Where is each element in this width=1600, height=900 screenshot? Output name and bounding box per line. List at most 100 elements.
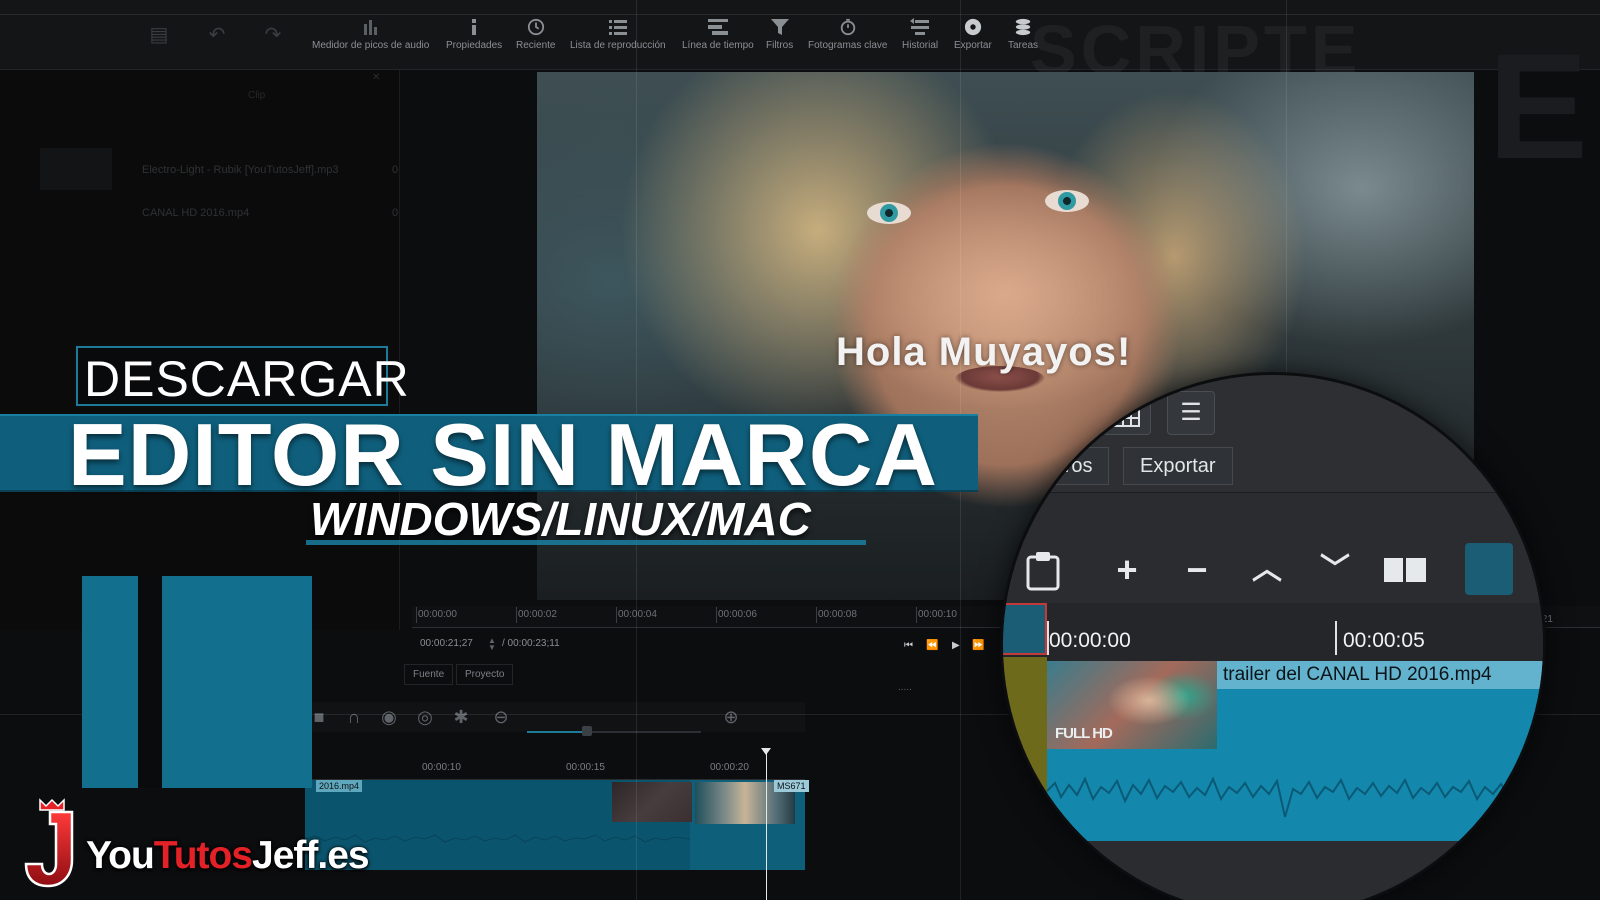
channel-name-part: Jeff.es <box>252 834 370 877</box>
preview-image-detail <box>1045 190 1089 212</box>
splitter-handle[interactable]: ..... <box>898 682 912 693</box>
zoom-slider-handle[interactable] <box>582 726 592 736</box>
timecode-spinner[interactable]: ▲ ▼ <box>488 637 496 652</box>
playhead[interactable] <box>766 748 767 900</box>
overwrite-icon[interactable]: ﹀ <box>1311 547 1359 593</box>
toolbar-filters-button[interactable]: Filtros <box>766 18 793 68</box>
list-icon <box>608 20 627 35</box>
platforms-text: WINDOWS/LINUX/MAC <box>310 493 811 545</box>
toolbar-properties-button[interactable]: Propiedades <box>446 18 502 68</box>
clip-label: MS671 <box>774 780 809 792</box>
zoomed-tab-filters[interactable]: Filtros <box>1021 447 1110 485</box>
ruler-tick: 00:00:04 <box>616 607 657 623</box>
split-icon[interactable] <box>1381 547 1429 593</box>
append-icon[interactable]: + <box>1103 547 1151 593</box>
ruler-tick: 00:00:02 <box>516 607 557 623</box>
zoomed-time-start: 00:00:00 <box>1049 629 1131 652</box>
zoomed-audio-waveform <box>1047 776 1543 818</box>
toolbar-audio-meter-button[interactable]: Medidor de picos de audio <box>312 18 429 68</box>
playlist-item-name[interactable]: CANAL HD 2016.mp4 <box>142 207 249 219</box>
playlist-item-count: 0 <box>392 164 399 176</box>
history-icon <box>910 18 930 35</box>
toolbar-keyframes-button[interactable]: Fotogramas clave <box>808 18 887 68</box>
playlist-header: Clip <box>248 90 266 101</box>
channel-name-part: Tutos <box>153 834 253 877</box>
preview-overlay-text: Hola Muyayos! <box>836 330 1132 374</box>
save-icon[interactable]: ▤ <box>148 24 170 46</box>
ruler-tick: 00:00:00 <box>416 607 457 623</box>
zoomed-track-header <box>1003 657 1047 807</box>
zoom-in-icon[interactable]: ⊕ <box>720 706 742 728</box>
app-logo-graphic <box>82 576 138 788</box>
zoomed-tab-export[interactable]: Exportar <box>1123 447 1233 485</box>
clip-thumbnail <box>612 782 692 822</box>
timeline-icon <box>707 19 728 35</box>
magnet-icon[interactable]: ∩ <box>343 706 365 728</box>
timeline-tick: 00:00:10 <box>422 762 461 773</box>
ruler-tick: 00:00:10 <box>916 607 957 623</box>
platforms-underline <box>306 540 866 545</box>
grid-icon <box>1114 401 1140 427</box>
ripple-icon[interactable]: ◎ <box>414 706 436 728</box>
guide-line <box>0 14 1600 15</box>
toolbar-label: Propiedades <box>446 40 503 51</box>
duration-timecode: / 00:00:23;11 <box>502 638 560 649</box>
position-timecode[interactable]: 00:00:21;27 <box>420 638 473 649</box>
zoom-out-icon[interactable]: ⊖ <box>490 706 512 728</box>
zoomed-track-header[interactable] <box>1003 603 1047 655</box>
ruler-tick: 00:00:08 <box>816 607 857 623</box>
redo-icon[interactable]: ↷ <box>262 24 284 46</box>
watermark-letter: E <box>1488 22 1589 190</box>
lift-icon[interactable]: ︿ <box>1243 547 1291 593</box>
eye-icon[interactable]: ◉ <box>378 706 400 728</box>
playlist-item-name[interactable]: Electro-Light - Rubik [YouTutosJeff].mp3 <box>142 164 338 176</box>
toolbar-history-button[interactable]: Historial <box>902 18 938 68</box>
toolbar-label: Línea de tiempo <box>682 40 754 51</box>
ruler-tick: 00:00:06 <box>716 607 757 623</box>
channel-name: YouTutosJeff.es <box>86 834 370 878</box>
toolbar-playlist-button[interactable]: Lista de reproducción <box>570 18 666 68</box>
toolbar-timeline-button[interactable]: Línea de tiempo <box>682 18 754 68</box>
toolbar-label: Reciente <box>516 40 556 51</box>
rewind-icon[interactable]: ⏪ <box>926 640 938 651</box>
toolbar-label: Filtros <box>766 40 794 51</box>
funnel-icon <box>770 19 789 35</box>
fast-forward-icon[interactable]: ⏩ <box>972 640 984 651</box>
remove-icon[interactable]: − <box>1173 547 1221 593</box>
undo-icon[interactable]: ↶ <box>206 24 228 46</box>
ripple-all-icon[interactable]: ✱ <box>450 706 472 728</box>
toolbar-recent-button[interactable]: Reciente <box>516 18 555 68</box>
skip-start-icon[interactable]: ⏮ <box>904 640 913 651</box>
stopwatch-icon <box>840 18 855 36</box>
tab-project[interactable]: Proyecto <box>456 664 514 685</box>
toolbar-label: Medidor de picos de audio <box>312 40 430 51</box>
playlist-thumbnail <box>40 148 112 190</box>
toolbar-label: Lista de reproducción <box>570 40 666 51</box>
magnifier-zoom: ▢ ☰ Filtros Exportar + − ︿ ﹀ 00:00:00 00… <box>1003 375 1543 900</box>
zoomed-list-button[interactable]: ☰ <box>1167 391 1215 435</box>
app-logo-graphic <box>162 576 312 788</box>
toolbar-label: Historial <box>902 40 939 51</box>
disc-icon <box>964 18 981 36</box>
info-icon <box>472 19 477 35</box>
zoomed-clip-label: trailer del CANAL HD 2016.mp4 <box>1217 661 1543 689</box>
zoomed-button[interactable]: ▢ <box>1039 391 1087 435</box>
app-logo-graphic <box>138 576 162 788</box>
zoomed-ruler-tick <box>1335 621 1337 655</box>
zoomed-time-next: 00:00:05 <box>1343 629 1425 652</box>
zoomed-grid-button[interactable] <box>1103 391 1151 435</box>
tab-source[interactable]: Fuente <box>404 664 454 685</box>
timeline-tick: 00:00:20 <box>710 762 749 773</box>
audio-meter-icon <box>363 20 377 35</box>
kicker-text: DESCARGAR <box>84 351 410 407</box>
play-icon[interactable]: ▶ <box>952 640 960 651</box>
headline-text: EDITOR SIN MARCA <box>68 405 938 504</box>
preview-image-detail <box>867 202 911 224</box>
panel-close-icon[interactable]: ✕ <box>372 72 380 83</box>
clip-label: 2016.mp4 <box>316 780 363 792</box>
toolbar-label: Fotogramas clave <box>808 40 888 51</box>
timeline-tick: 00:00:15 <box>566 762 605 773</box>
paste-icon[interactable] <box>1019 547 1067 593</box>
zoom-slider-fill <box>527 731 587 733</box>
snap-magnet-icon[interactable] <box>1465 543 1513 595</box>
